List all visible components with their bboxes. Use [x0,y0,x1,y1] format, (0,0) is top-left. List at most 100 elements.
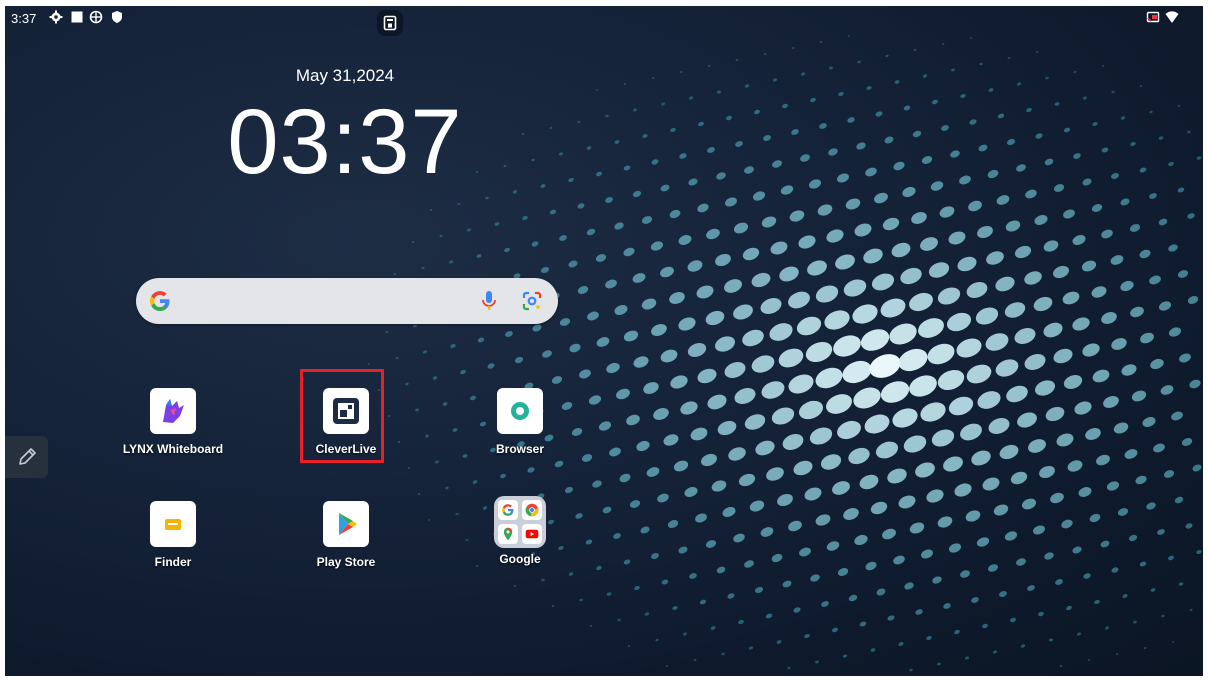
wallpaper-dot [667,520,679,528]
wallpaper-dot [995,276,1015,292]
wallpaper-dot [837,420,861,440]
wallpaper-dot [939,206,955,218]
wallpaper-dot [1062,291,1080,305]
wallpaper-dot [1053,184,1065,192]
wallpaper-dot [641,298,657,310]
pencil-icon [18,448,36,465]
wallpaper-dot [696,285,714,299]
finder-icon [150,501,196,547]
wallpaper-dot [959,175,971,185]
wallpaper-dot [613,533,621,539]
wallpaper-dot [683,632,687,636]
google-search-bar[interactable] [136,278,558,324]
wallpaper-dot [988,564,998,572]
wallpaper-dot [1111,567,1119,573]
wallpaper-dot [800,72,806,76]
wallpaper-dot [826,394,852,414]
wallpaper-dot [960,570,970,578]
wallpaper-dot [505,331,513,337]
app-browser[interactable]: Browser [460,388,580,456]
wallpaper-dot [727,593,735,599]
wallpaper-dot [948,231,966,245]
wallpaper-dot [1150,588,1156,592]
wallpaper-dot [761,381,785,399]
wallpaper-dot [1076,632,1082,636]
wallpaper-dot [595,254,607,262]
wallpaper-dot [596,337,610,347]
wallpaper-dot [1014,245,1032,259]
wallpaper-dot [623,247,635,257]
google-lens-icon[interactable] [520,289,544,313]
wallpaper-dot [735,58,739,62]
wallpaper-dot [987,169,999,179]
wallpaper-dot [569,343,581,353]
taskbar-button[interactable] [377,10,403,36]
app-folder-google[interactable]: Google [460,496,580,566]
microphone-icon[interactable] [480,290,498,312]
wallpaper-dot [1082,343,1100,357]
wallpaper-dot [605,279,617,289]
wallpaper-dot [1101,312,1117,324]
wallpaper-dot [1149,110,1153,114]
wallpaper-dot [1106,481,1120,491]
wallpaper-dot [988,418,1010,434]
wallpaper-dot [848,447,870,465]
wallpaper-dot [457,202,461,206]
google-g-icon [150,291,170,311]
wallpaper-dot [1111,338,1127,350]
wallpaper-dot [742,329,764,347]
wallpaper-dot [540,184,546,188]
app-lynx-whiteboard[interactable]: LYNX Whiteboard [113,388,233,456]
wallpaper-dot [417,493,421,495]
wallpaper-dot [927,343,955,365]
wallpaper-dot [842,360,872,384]
wallpaper-dot [564,486,574,494]
home-screen: 3:37 May 31,2024 03:37 LYNX Whiteboard C… [5,6,1203,676]
wallpaper-dot [1027,585,1035,591]
wallpaper-dot [1007,56,1011,60]
wallpaper-dot [688,178,698,186]
wallpaper-dot [411,241,415,243]
wallpaper-dot [670,127,676,133]
wallpaper-dot [586,146,592,150]
wallpaper-dot [1063,375,1083,389]
wallpaper-dot [1050,492,1064,504]
wallpaper-dot [589,624,593,628]
wallpaper-dot [609,447,621,457]
wallpaper-dot [804,487,822,501]
wallpaper-dot [1131,390,1147,402]
app-label: Play Store [316,555,376,569]
app-play-store[interactable]: Play Store [286,501,406,569]
wallpaper-dot [605,114,609,118]
wallpaper-dot [819,123,827,129]
wallpaper-dot [661,102,665,106]
google-g-icon [498,500,518,520]
wallpaper-dot [977,225,993,239]
wallpaper-dot [1059,664,1063,668]
wallpaper-dot [780,185,794,195]
wallpaper-dot [778,348,804,368]
wallpaper-dot [871,273,895,291]
wallpaper-dot [977,391,1001,409]
wallpaper-dot [1063,127,1071,133]
wallpaper-dot [810,574,820,582]
wallpaper-dot [951,68,955,72]
wallpaper-dot [606,592,612,596]
wallpaper-dot [971,450,991,466]
wallpaper-dot [848,594,858,602]
wallpaper-dot [900,267,922,285]
wallpaper-dot [772,78,778,82]
app-finder[interactable]: Finder [113,501,233,569]
wallpaper-dot [1161,614,1165,618]
wallpaper-dot [978,144,988,152]
wallpaper-dot [1113,422,1129,434]
wallpaper-dot [1025,189,1037,199]
side-panel-tab[interactable] [5,436,48,478]
wallpaper-dot [701,453,717,467]
wallpaper-dot [1010,617,1016,623]
wallpaper-dot [876,588,886,596]
wallpaper-dot [1004,302,1026,318]
wallpaper-dot [1120,280,1134,292]
wallpaper-dot [672,606,678,610]
wallpaper-dot [577,286,589,294]
